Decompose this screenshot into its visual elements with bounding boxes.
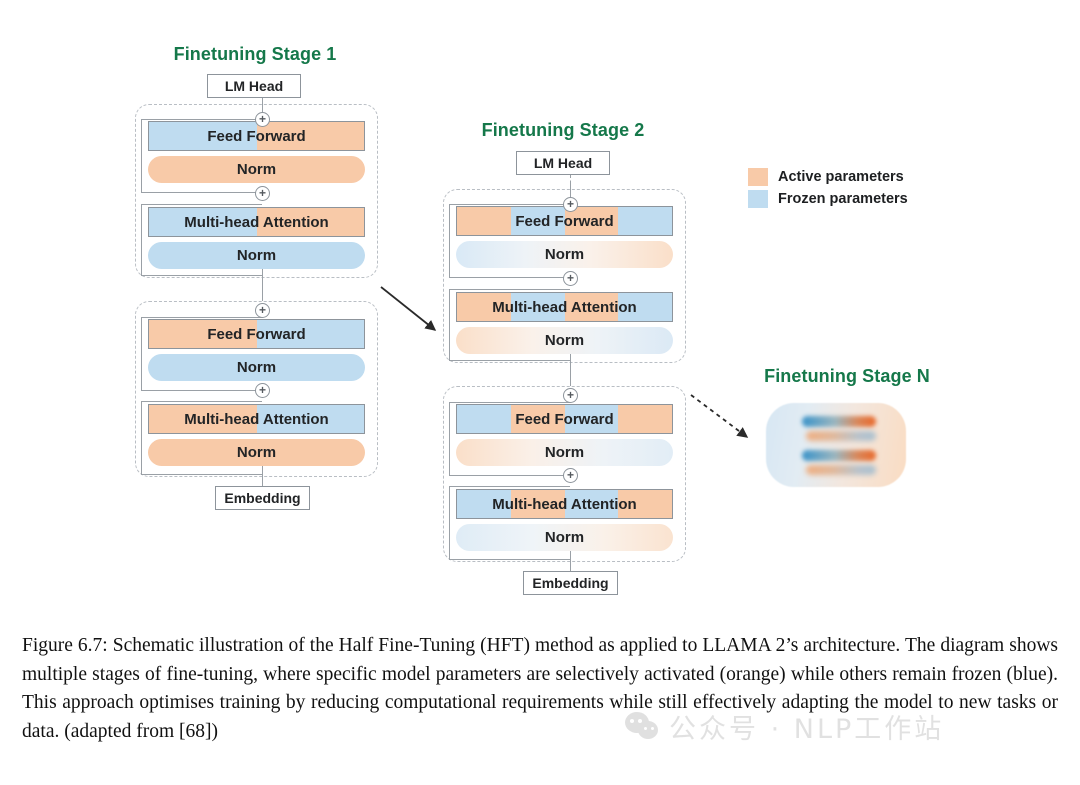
arrow-stage1-to-stage2 (380, 286, 437, 331)
segment-frozen (510, 207, 565, 235)
stage1-embedding-box: Embedding (215, 486, 310, 510)
stage1-upper-feed-forward-bar: Feed Forward (148, 121, 365, 151)
stage1-title: Finetuning Stage 1 (173, 44, 337, 64)
stage1-upper-attention-norm-bar: Norm (148, 242, 365, 269)
stageN-title: Finetuning Stage N (764, 366, 930, 386)
legend-label: Frozen parameters (778, 191, 908, 207)
stageN-bar-1 (802, 416, 876, 427)
segment-frozen (148, 354, 365, 381)
segment-active (618, 405, 672, 433)
stage1-embedding-connector (262, 466, 264, 487)
stage2-embedding-connector (570, 551, 572, 572)
segment-frozen (149, 122, 257, 150)
segment-frozen (256, 405, 364, 433)
segment-active (256, 122, 364, 150)
stage1-plus-node-1: + (255, 112, 270, 127)
arrow-stage2-to-stageN (690, 394, 749, 438)
segment-gradient-blue-orange (456, 241, 673, 268)
stage1-lower-norm-bar: Norm (148, 354, 365, 381)
stageN-bar-4 (806, 465, 876, 475)
stage1-upper-norm-bar: Norm (148, 156, 365, 183)
stage2-plus-node-4: + (563, 468, 578, 483)
active-parameters-swatch (748, 168, 768, 186)
legend-label: Active parameters (778, 169, 904, 185)
stage2-upper-attention-bar: Multi-head Attention (456, 292, 673, 322)
stageN-bar-3 (802, 450, 876, 461)
stageN-bar-2 (806, 431, 876, 441)
stage2-lower-attention-norm-bar: Norm (456, 524, 673, 551)
stage1-lm-head-box: LM Head (207, 74, 301, 98)
stageN-card (766, 403, 906, 487)
segment-frozen (256, 320, 364, 348)
stage1-plus-node-2: + (255, 186, 270, 201)
stage1-interblock-connector (262, 269, 264, 305)
frozen-parameters-swatch (748, 190, 768, 208)
segment-active (149, 320, 257, 348)
stage2-title: Finetuning Stage 2 (481, 120, 645, 140)
stage2-plus-node-1: + (563, 197, 578, 212)
stage1-plus-node-3: + (255, 303, 270, 318)
stage1-plus-node-4: + (255, 383, 270, 398)
legend: Active parameters Frozen parameters (748, 168, 908, 212)
segment-active (510, 490, 565, 518)
stage2-line-lmhead-plus (570, 183, 572, 198)
segment-frozen (457, 405, 511, 433)
segment-active (148, 439, 365, 466)
stage2-lower-norm-bar: Norm (456, 439, 673, 466)
segment-active (148, 156, 365, 183)
segment-frozen (618, 293, 672, 321)
segment-gradient-orange-blue (456, 439, 673, 466)
stage1-lower-attention-norm-bar: Norm (148, 439, 365, 466)
stage2-plus-node-3: + (563, 388, 578, 403)
segment-active (457, 293, 511, 321)
segment-frozen (148, 242, 365, 269)
stage2-interblock-connector (570, 354, 572, 390)
segment-frozen (149, 208, 257, 236)
figure-caption: Figure 6.7: Schematic illustration of th… (22, 635, 1058, 742)
stage2-lower-feed-forward-bar: Feed Forward (456, 404, 673, 434)
stage2-upper-feed-forward-bar: Feed Forward (456, 206, 673, 236)
segment-frozen (457, 490, 511, 518)
segment-active (256, 208, 364, 236)
segment-gradient-blue-orange (456, 524, 673, 551)
stage2-plus-node-2: + (563, 271, 578, 286)
legend-row-active: Active parameters (748, 168, 908, 186)
segment-active (149, 405, 257, 433)
stage1-line-lmhead-plus (262, 98, 264, 113)
stage2-embedding-box: Embedding (523, 571, 618, 595)
segment-active (564, 293, 619, 321)
segment-active (457, 207, 511, 235)
segment-active (618, 490, 672, 518)
segment-active (510, 405, 565, 433)
figure-diagram: Finetuning Stage 1 LM Head + Feed Forwar… (0, 0, 1080, 620)
stage1-lower-attention-bar: Multi-head Attention (148, 404, 365, 434)
stage2-lm-head-box: LM Head (516, 151, 610, 175)
stage2-upper-norm-bar: Norm (456, 241, 673, 268)
stage1-upper-attention-bar: Multi-head Attention (148, 207, 365, 237)
segment-frozen (510, 293, 565, 321)
segment-frozen (564, 405, 619, 433)
stage2-upper-attention-norm-bar: Norm (456, 327, 673, 354)
legend-row-frozen: Frozen parameters (748, 190, 908, 208)
stage1-lower-feed-forward-bar: Feed Forward (148, 319, 365, 349)
segment-frozen (618, 207, 672, 235)
stage2-lower-attention-bar: Multi-head Attention (456, 489, 673, 519)
segment-frozen (564, 490, 619, 518)
segment-gradient-orange-blue (456, 327, 673, 354)
